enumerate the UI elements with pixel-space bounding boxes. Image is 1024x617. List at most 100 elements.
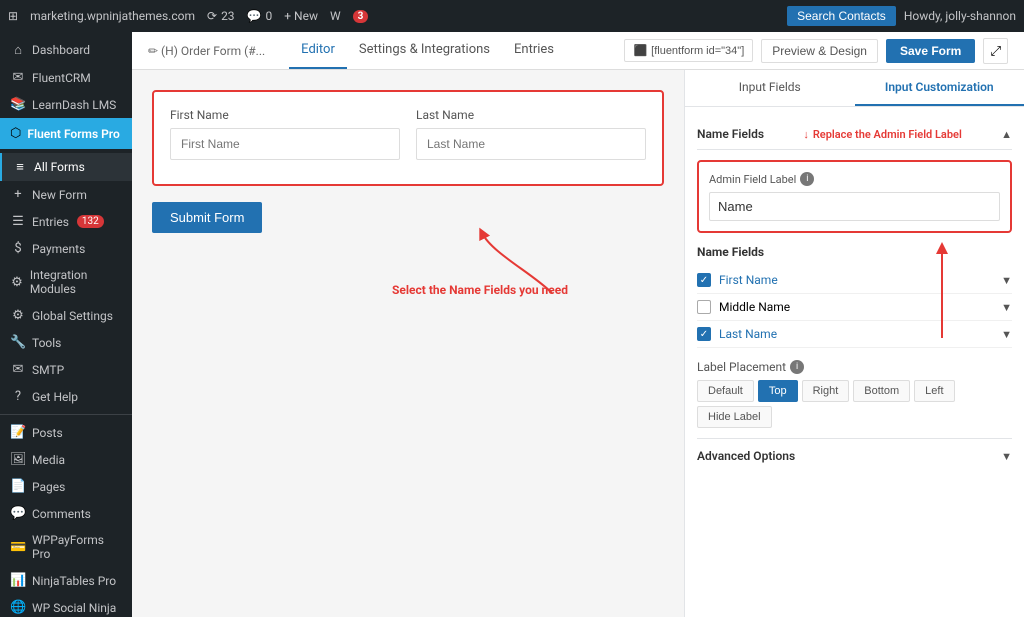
- learndash-icon: 📚: [10, 97, 26, 112]
- admin-field-label: Admin Field Label i: [709, 172, 1000, 186]
- placement-default[interactable]: Default: [697, 380, 754, 402]
- name-field-container: First Name Last Name: [152, 90, 664, 186]
- placement-top[interactable]: Top: [758, 380, 798, 402]
- name-fields-section-label: Name Fields: [697, 245, 1012, 259]
- sidebar-item-entries[interactable]: ☰ Entries 132: [0, 208, 132, 235]
- last-name-row: Last Name ▼: [697, 321, 1012, 348]
- tab-editor[interactable]: Editor: [289, 32, 347, 69]
- sidebar-item-get-help[interactable]: ? Get Help: [0, 383, 132, 410]
- last-name-chevron[interactable]: ▼: [1001, 328, 1012, 341]
- sidebar-item-integration-modules[interactable]: ⚙ Integration Modules: [0, 262, 132, 302]
- shortcode-icon: ⬛: [633, 44, 647, 57]
- pages-icon: 📄: [10, 479, 26, 494]
- all-forms-icon: ≡: [12, 159, 28, 175]
- payments-icon: $: [10, 241, 26, 256]
- admin-bar-right: Search Contacts Howdy, jolly-shannon: [787, 6, 1016, 26]
- sidebar-item-wpayforms[interactable]: 💳 WPPayForms Pro: [0, 527, 132, 567]
- shortcode-button[interactable]: ⬛ [fluentform id="34"]: [624, 39, 753, 62]
- updates-icon: ⟳: [207, 9, 217, 23]
- form-field-row: First Name Last Name: [170, 108, 646, 160]
- tab-entries[interactable]: Entries: [502, 32, 566, 69]
- first-name-row: First Name ▼: [697, 267, 1012, 294]
- plugin-badge: 3: [353, 10, 369, 23]
- wpayforms-icon: 💳: [10, 540, 26, 555]
- sidebar: ⌂ Dashboard ✉ FluentCRM 📚 LearnDash LMS …: [0, 32, 132, 617]
- admin-field-box: Admin Field Label i: [697, 160, 1012, 233]
- advanced-options[interactable]: Advanced Options ▼: [697, 438, 1012, 473]
- first-name-label: First Name: [170, 108, 400, 122]
- site-name[interactable]: marketing.wpninjathemes.com: [30, 9, 195, 23]
- sidebar-item-dashboard[interactable]: ⌂ Dashboard: [0, 36, 132, 64]
- sidebar-item-new-form[interactable]: + New Form: [0, 181, 132, 208]
- comment-icon: 💬: [247, 9, 262, 23]
- middle-name-row: Middle Name ▼: [697, 294, 1012, 321]
- sidebar-item-comments[interactable]: 💬 Comments: [0, 500, 132, 527]
- entries-icon: ☰: [10, 214, 26, 229]
- sidebar-item-smtp[interactable]: ✉ SMTP: [0, 356, 132, 383]
- arrow-down-icon: ↓: [803, 128, 809, 141]
- sidebar-item-fluentcrm[interactable]: ✉ FluentCRM: [0, 64, 132, 91]
- global-settings-icon: ⚙: [10, 308, 26, 323]
- two-panel: First Name Last Name Submit Form Select …: [132, 70, 1024, 617]
- comments-count[interactable]: 💬 0: [247, 9, 273, 23]
- last-name-input[interactable]: [416, 128, 646, 160]
- sidebar-brand[interactable]: ⬡ Fluent Forms Pro: [0, 118, 132, 149]
- placement-left[interactable]: Left: [914, 380, 954, 402]
- media-icon: 🖼: [10, 452, 26, 467]
- search-contacts-button[interactable]: Search Contacts: [787, 6, 896, 26]
- sidebar-item-tools[interactable]: 🔧 Tools: [0, 329, 132, 356]
- breadcrumb: ✏ (H) Order Form (#...: [148, 44, 265, 58]
- last-name-label: Last Name: [416, 108, 646, 122]
- tab-input-fields[interactable]: Input Fields: [685, 70, 855, 106]
- tab-input-customization[interactable]: Input Customization: [855, 70, 1024, 106]
- submit-button[interactable]: Submit Form: [152, 202, 262, 233]
- new-item[interactable]: + New: [284, 9, 318, 23]
- sidebar-item-wp-social-ninja[interactable]: 🌐 WP Social Ninja: [0, 594, 132, 617]
- integration-icon: ⚙: [10, 275, 24, 290]
- admin-bar: ⊞ marketing.wpninjathemes.com ⟳ 23 💬 0 +…: [0, 0, 1024, 32]
- sidebar-item-pages[interactable]: 📄 Pages: [0, 473, 132, 500]
- middle-name-text: Middle Name: [719, 300, 790, 314]
- sidebar-item-all-forms[interactable]: ≡ All Forms: [0, 153, 132, 181]
- right-panel: Input Fields Input Customization Name Fi…: [684, 70, 1024, 617]
- smtp-icon: ✉: [10, 362, 26, 377]
- placement-right[interactable]: Right: [802, 380, 850, 402]
- first-name-checkbox[interactable]: [697, 273, 711, 287]
- section-title: Name Fields: [697, 127, 764, 141]
- middle-name-chevron[interactable]: ▼: [1001, 301, 1012, 314]
- tab-settings[interactable]: Settings & Integrations: [347, 32, 502, 69]
- fullscreen-button[interactable]: ⤢: [983, 38, 1008, 64]
- updates-count[interactable]: ⟳ 23: [207, 9, 235, 23]
- placement-hide-label[interactable]: Hide Label: [697, 406, 772, 428]
- label-placement-title: Label Placement i: [697, 360, 1012, 374]
- sidebar-item-media[interactable]: 🖼 Media: [0, 446, 132, 473]
- sidebar-item-payments[interactable]: $ Payments: [0, 235, 132, 262]
- form-editor: First Name Last Name Submit Form Select …: [132, 70, 684, 617]
- first-name-input[interactable]: [170, 128, 400, 160]
- first-name-chevron[interactable]: ▼: [1001, 274, 1012, 287]
- last-name-field: Last Name: [416, 108, 646, 160]
- sidebar-item-global-settings[interactable]: ⚙ Global Settings: [0, 302, 132, 329]
- middle-name-checkbox[interactable]: [697, 300, 711, 314]
- section-header: Name Fields ↓ Replace the Admin Field La…: [697, 119, 1012, 150]
- first-name-text: First Name: [719, 273, 778, 287]
- last-name-checkbox[interactable]: [697, 327, 711, 341]
- sidebar-item-ninjatables[interactable]: 📊 NinjaTables Pro: [0, 567, 132, 594]
- fluentcrm-icon: ✉: [10, 70, 26, 85]
- sidebar-item-posts[interactable]: 📝 Posts: [0, 419, 132, 446]
- placement-buttons: Default Top Right Bottom Left Hide Label: [697, 380, 1012, 428]
- sub-header-right: ⬛ [fluentform id="34"] Preview & Design …: [624, 38, 1008, 64]
- dashboard-icon: ⌂: [10, 42, 26, 58]
- instruction-arrow: [472, 223, 572, 303]
- sidebar-item-learndash[interactable]: 📚 LearnDash LMS: [0, 91, 132, 118]
- section-chevron[interactable]: ▲: [1001, 128, 1012, 141]
- placement-bottom[interactable]: Bottom: [853, 380, 910, 402]
- fluent-icon: ⬡: [10, 126, 21, 141]
- preview-button[interactable]: Preview & Design: [761, 39, 878, 63]
- advanced-chevron: ▼: [1001, 450, 1012, 463]
- admin-field-info-icon[interactable]: i: [800, 172, 814, 186]
- tools-icon: 🔧: [10, 335, 26, 350]
- label-placement-info-icon[interactable]: i: [790, 360, 804, 374]
- save-form-button[interactable]: Save Form: [886, 39, 975, 63]
- admin-field-input[interactable]: [709, 192, 1000, 221]
